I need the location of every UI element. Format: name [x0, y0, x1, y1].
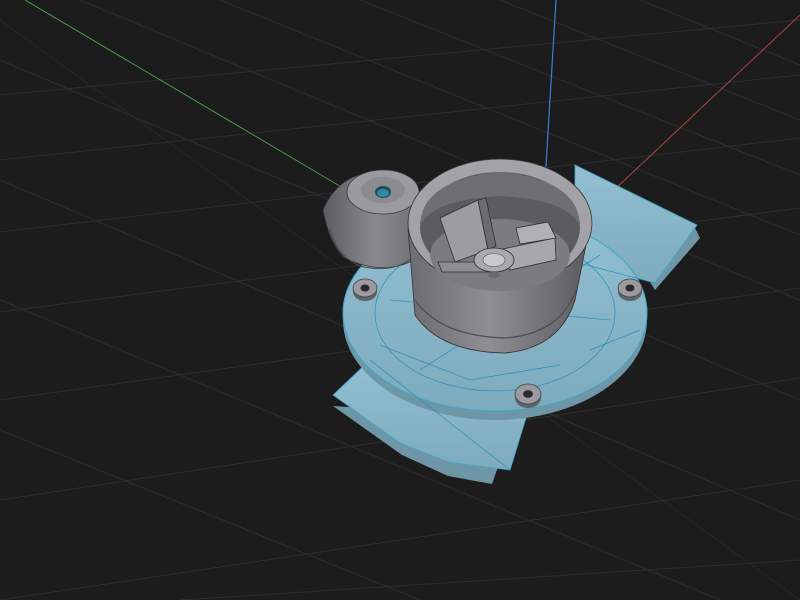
viewport-canvas[interactable] — [0, 0, 800, 600]
mount-boss-bottom[interactable] — [514, 383, 542, 408]
y-axis-line — [24, 0, 361, 199]
mount-boss-left[interactable] — [352, 278, 378, 301]
3d-viewport[interactable] — [0, 0, 800, 600]
mount-boss-right[interactable] — [617, 278, 643, 301]
